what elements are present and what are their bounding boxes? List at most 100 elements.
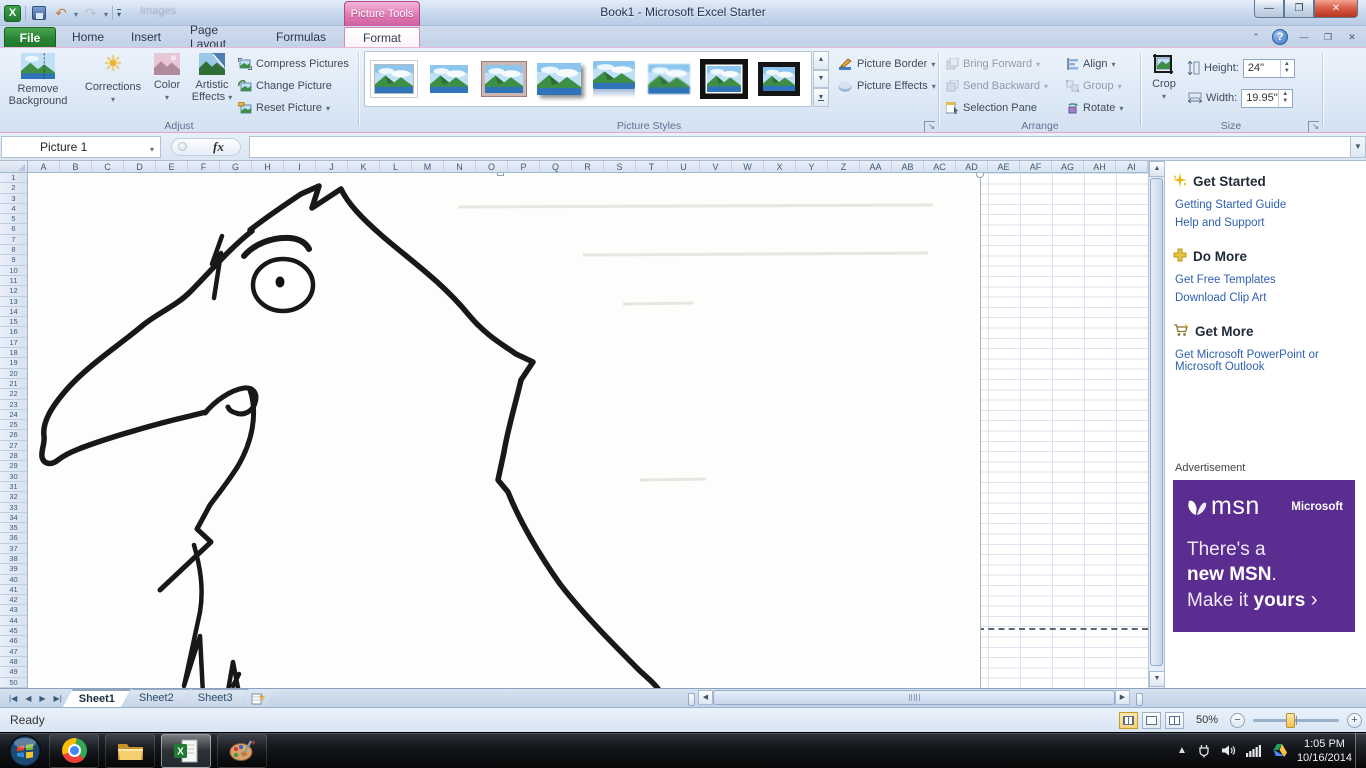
column-header-U[interactable]: U <box>668 161 700 173</box>
artistic-effects-button[interactable]: Artistic Effects <box>189 53 235 104</box>
row-header-41[interactable]: 41 <box>0 585 28 595</box>
tab-file[interactable]: File <box>4 27 56 47</box>
taskbar-chrome-button[interactable] <box>49 734 99 768</box>
width-input[interactable]: 19.95" ▲▼ <box>1241 89 1293 108</box>
power-plug-icon[interactable] <box>1197 744 1211 758</box>
panel-link[interactable]: Get Microsoft PowerPoint or Microsoft Ou… <box>1173 346 1356 376</box>
tab-formulas[interactable]: Formulas <box>264 27 338 47</box>
picture-style-simple-frame-white[interactable] <box>368 55 420 103</box>
picture-style-double-frame-black[interactable] <box>698 55 750 103</box>
row-header-43[interactable]: 43 <box>0 605 28 615</box>
grid-cells[interactable] <box>980 173 1148 688</box>
start-button[interactable] <box>4 733 46 768</box>
zoom-in-icon[interactable]: + <box>1347 713 1362 728</box>
picture-styles-dialog-launcher-icon[interactable]: ↘ <box>924 121 935 132</box>
restore-button[interactable]: ❐ <box>1284 0 1314 18</box>
column-header-M[interactable]: M <box>412 161 444 173</box>
formula-input[interactable] <box>249 136 1350 158</box>
name-box[interactable]: Picture 1 <box>1 136 161 158</box>
column-header-K[interactable]: K <box>348 161 380 173</box>
doc-close-icon[interactable]: ✕ <box>1344 30 1360 45</box>
panel-link[interactable]: Help and Support <box>1173 214 1356 232</box>
row-header-6[interactable]: 6 <box>0 224 28 234</box>
row-header-7[interactable]: 7 <box>0 235 28 245</box>
tab-page-layout[interactable]: Page Layout <box>176 27 262 47</box>
column-header-E[interactable]: E <box>156 161 188 173</box>
picture-style-reflected[interactable] <box>588 55 640 103</box>
column-header-AA[interactable]: AA <box>860 161 892 173</box>
crop-button[interactable]: Crop <box>1146 53 1182 102</box>
show-desktop-button[interactable] <box>1355 733 1366 768</box>
row-header-29[interactable]: 29 <box>0 461 28 471</box>
page-break-view-button[interactable] <box>1165 712 1184 729</box>
row-header-44[interactable]: 44 <box>0 616 28 626</box>
column-header-Q[interactable]: Q <box>540 161 572 173</box>
volume-icon[interactable] <box>1221 744 1236 757</box>
sheet-tab-sheet3[interactable]: Sheet3 <box>182 689 249 707</box>
tab-split-handle[interactable] <box>688 693 695 706</box>
picture-style-beveled-white[interactable] <box>423 55 475 103</box>
column-header-AC[interactable]: AC <box>924 161 956 173</box>
picture-style-metal-frame[interactable] <box>478 55 530 103</box>
row-header-26[interactable]: 26 <box>0 430 28 440</box>
column-header-F[interactable]: F <box>188 161 220 173</box>
column-header-Y[interactable]: Y <box>796 161 828 173</box>
height-input[interactable]: 24" ▲▼ <box>1243 59 1295 78</box>
vertical-scrollbar[interactable]: ▲ ▼ <box>1148 161 1164 688</box>
zoom-level[interactable]: 50% <box>1196 714 1218 726</box>
color-button[interactable]: Color <box>147 53 187 103</box>
taskbar-clock[interactable]: 1:05 PM 10/16/2014 <box>1297 737 1352 765</box>
column-header-N[interactable]: N <box>444 161 476 173</box>
row-header-36[interactable]: 36 <box>0 533 28 543</box>
sheet-tab-sheet1[interactable]: Sheet1 <box>63 689 131 707</box>
row-header-8[interactable]: 8 <box>0 245 28 255</box>
minimize-button[interactable]: — <box>1254 0 1284 18</box>
row-header-23[interactable]: 23 <box>0 400 28 410</box>
row-header-37[interactable]: 37 <box>0 544 28 554</box>
row-header-5[interactable]: 5 <box>0 214 28 224</box>
gallery-up-icon[interactable]: ▲ <box>813 51 829 70</box>
row-header-45[interactable]: 45 <box>0 626 28 636</box>
scrollbar-split-handle[interactable] <box>1136 693 1143 706</box>
row-header-33[interactable]: 33 <box>0 503 28 513</box>
column-header-S[interactable]: S <box>604 161 636 173</box>
column-header-AD[interactable]: AD <box>956 161 988 173</box>
corrections-button[interactable]: ☀ Corrections <box>82 53 144 105</box>
row-header-42[interactable]: 42 <box>0 595 28 605</box>
column-header-I[interactable]: I <box>284 161 316 173</box>
column-header-X[interactable]: X <box>764 161 796 173</box>
collapse-ribbon-icon[interactable]: ⌃ <box>1248 30 1264 45</box>
doc-restore-icon[interactable]: ❐ <box>1320 30 1336 45</box>
row-header-21[interactable]: 21 <box>0 379 28 389</box>
row-header-40[interactable]: 40 <box>0 575 28 585</box>
zoom-out-icon[interactable]: − <box>1230 713 1245 728</box>
tab-insert[interactable]: Insert <box>120 27 172 47</box>
column-header-A[interactable]: A <box>28 161 60 173</box>
column-header-D[interactable]: D <box>124 161 156 173</box>
row-header-13[interactable]: 13 <box>0 297 28 307</box>
expand-formula-bar-icon[interactable]: ▼ <box>1350 136 1366 158</box>
row-header-16[interactable]: 16 <box>0 327 28 337</box>
selection-pane-button[interactable]: Selection Pane <box>946 98 1037 118</box>
row-header-38[interactable]: 38 <box>0 554 28 564</box>
row-header-47[interactable]: 47 <box>0 647 28 657</box>
align-button[interactable]: Align <box>1066 54 1115 74</box>
gallery-more-icon[interactable]: ▼ <box>813 88 829 107</box>
select-all-corner[interactable] <box>0 161 28 173</box>
column-header-P[interactable]: P <box>508 161 540 173</box>
panel-link[interactable]: Get Free Templates <box>1173 271 1356 289</box>
column-header-J[interactable]: J <box>316 161 348 173</box>
row-header-22[interactable]: 22 <box>0 389 28 399</box>
remove-background-button[interactable]: Remove Background <box>6 53 70 107</box>
horizontal-scrollbar[interactable]: ◀ ▶ <box>698 690 1134 705</box>
row-header-1[interactable]: 1 <box>0 173 28 183</box>
taskbar-explorer-button[interactable] <box>105 734 155 768</box>
column-header-Z[interactable]: Z <box>828 161 860 173</box>
column-header-R[interactable]: R <box>572 161 604 173</box>
panel-link[interactable]: Getting Started Guide <box>1173 196 1356 214</box>
row-header-35[interactable]: 35 <box>0 523 28 533</box>
column-header-AE[interactable]: AE <box>988 161 1020 173</box>
row-header-9[interactable]: 9 <box>0 255 28 265</box>
show-hidden-icons-icon[interactable]: ▲ <box>1177 745 1187 756</box>
picture-style-soft-edge[interactable] <box>643 55 695 103</box>
